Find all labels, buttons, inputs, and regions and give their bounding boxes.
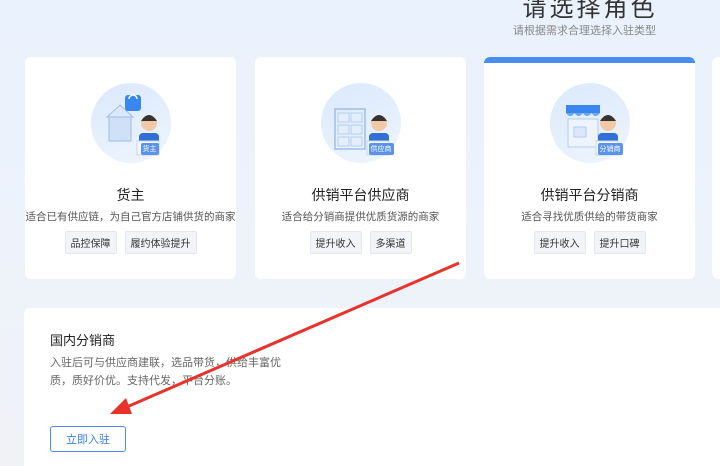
role-badge: 供应商	[368, 143, 394, 155]
role-tag: 提升收入	[533, 231, 586, 254]
page-subtitle: 请根据需求合理选择入驻类型	[513, 24, 656, 37]
role-tag: 品控保障	[64, 231, 117, 254]
page-title: 请选择角色	[522, 0, 658, 22]
role-card-platform-supplier[interactable]: 供应商 供销平台供应商 适合给分销商提供优质货源的商家 提升收入 多渠道	[255, 57, 466, 279]
storefront-icon: 分销商	[549, 83, 630, 163]
role-card-platform-distributor[interactable]: 分销商 供销平台分销商 适合寻找优质供给的带货商家 提升收入 提升口碑	[484, 57, 695, 279]
warehouse-boxes-icon: 供应商	[320, 83, 401, 163]
role-tag: 履约体验提升	[124, 231, 197, 254]
role-name: 供销平台分销商	[540, 188, 639, 204]
role-tag: 提升口碑	[593, 231, 646, 254]
role-tag: 提升收入	[309, 231, 362, 254]
role-badge: 分销商	[597, 143, 623, 155]
role-description: 适合已有供应链，为自己官方店铺供货的商家	[25, 211, 236, 223]
role-description: 适合给分销商提供优质货源的商家	[281, 211, 440, 223]
role-tag: 多渠道	[369, 231, 412, 254]
detail-title: 国内分销商	[50, 334, 116, 349]
role-name: 供销平台供应商	[311, 188, 410, 204]
role-badge: 货主	[140, 143, 159, 155]
role-name: 货主	[116, 188, 145, 204]
role-detail-panel: 国内分销商 入驻后可与供应商建联，选品带货，供给丰富优质，质好价优。支持代发，平…	[24, 308, 720, 466]
role-card-cargo-owner[interactable]: 货主 货主 适合已有供应链，为自己官方店铺供货的商家 品控保障 履约体验提升	[25, 57, 236, 279]
join-now-button[interactable]: 立即入驻	[50, 426, 126, 452]
role-card-partial[interactable]	[712, 57, 720, 279]
detail-description: 入驻后可与供应商建联，选品带货，供给丰富优质，质好价优。支持代发，平台分账。	[50, 356, 281, 387]
role-description: 适合寻找优质供给的带货商家	[521, 211, 658, 223]
shop-bag-icon: 货主	[90, 83, 171, 163]
